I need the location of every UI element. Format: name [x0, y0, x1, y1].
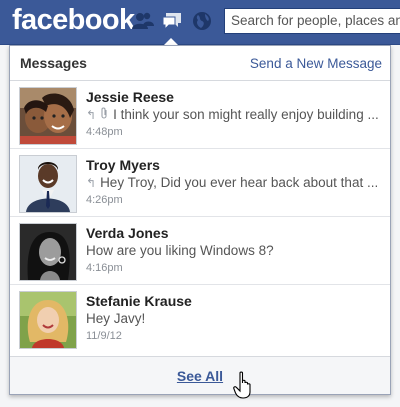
message-snippet: How are you liking Windows 8? [86, 243, 274, 258]
search-input[interactable]: Search for people, places and things [224, 8, 400, 34]
sender-name: Verda Jones [86, 225, 169, 241]
replied-arrow-icon: ↰ [86, 176, 97, 190]
message-time: 4:48pm [86, 126, 123, 138]
avatar [19, 87, 77, 145]
avatar [19, 155, 77, 213]
avatar [19, 223, 77, 281]
send-new-message-link[interactable]: Send a New Message [250, 56, 382, 71]
dropdown-footer: See All [10, 356, 390, 394]
message-snippet: Hey Javy! [86, 311, 146, 326]
messages-icon[interactable] [161, 11, 183, 31]
top-bar: facebook Search for people, places and t… [0, 0, 400, 45]
messages-dropdown: Messages Send a New Message Jessie Reese… [9, 45, 391, 395]
message-snippet: Hey Troy, Did you ever hear back about t… [100, 175, 379, 190]
message-time: 11/9/12 [86, 330, 122, 342]
sender-name: Troy Myers [86, 157, 160, 173]
message-time: 4:26pm [86, 194, 123, 206]
message-snippet: I think your son might really enjoy buil… [113, 107, 379, 122]
hand-cursor-icon [233, 371, 255, 399]
message-time: 4:16pm [86, 262, 123, 274]
replied-arrow-icon: ↰ [86, 108, 97, 122]
avatar [19, 291, 77, 349]
message-item[interactable]: Jessie Reese ↰ I think your son might re… [10, 81, 390, 149]
message-item[interactable]: Troy Myers ↰ Hey Troy, Did you ever hear… [10, 149, 390, 217]
sender-name: Stefanie Krause [86, 293, 192, 309]
notifications-globe-icon[interactable] [191, 11, 213, 31]
facebook-logo[interactable]: facebook [12, 4, 135, 37]
friend-requests-icon[interactable] [132, 11, 154, 31]
dropdown-title: Messages [20, 55, 87, 71]
message-item[interactable]: Stefanie Krause Hey Javy! 11/9/12 [10, 285, 390, 353]
message-item[interactable]: Verda Jones How are you liking Windows 8… [10, 217, 390, 285]
dropdown-header: Messages Send a New Message [10, 46, 390, 81]
sender-name: Jessie Reese [86, 89, 174, 105]
attachment-paperclip-icon [100, 106, 109, 124]
see-all-link[interactable]: See All [177, 368, 223, 384]
